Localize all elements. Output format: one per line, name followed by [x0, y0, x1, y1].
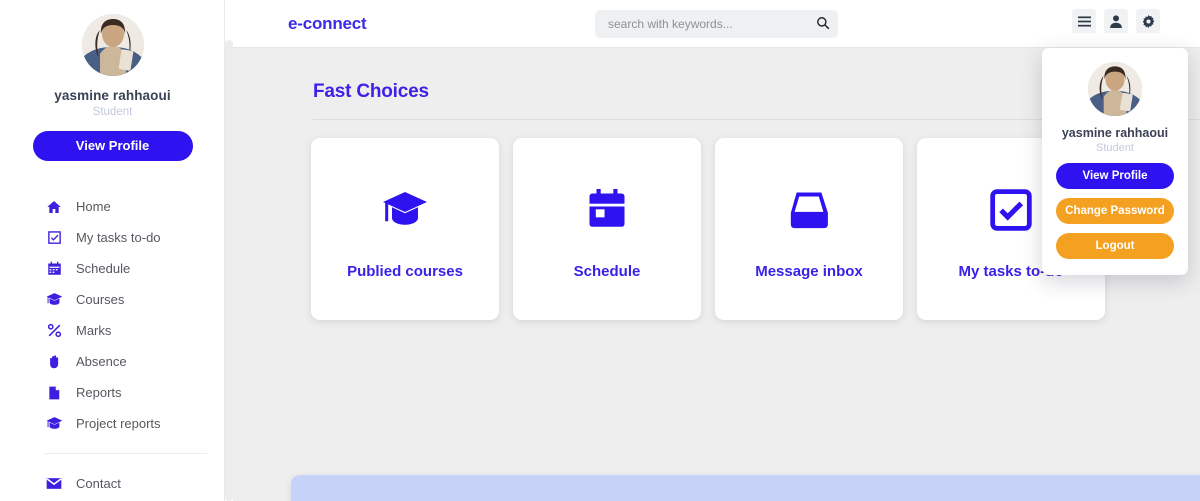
graduation-cap-icon — [381, 179, 429, 241]
sidebar-scrollbar-thumb[interactable] — [225, 40, 233, 501]
sidebar-item-reports[interactable]: Reports — [0, 377, 225, 408]
requirements-panel: Enter the requirements to check your cou… — [291, 475, 1200, 501]
profile-dropdown-menu: yasmine rahhaoui Student View Profile Ch… — [1042, 48, 1188, 275]
document-icon — [45, 384, 63, 402]
card-label: Publied courses — [347, 262, 463, 280]
view-profile-button[interactable]: View Profile — [32, 131, 193, 161]
hamburger-icon — [1077, 15, 1091, 27]
profile-menu-name: yasmine rahhaoui — [1061, 126, 1169, 140]
calendar-icon — [586, 179, 628, 241]
account-button[interactable] — [1104, 9, 1128, 33]
card-label: Message inbox — [755, 262, 863, 280]
check-square-icon — [989, 179, 1033, 241]
sidebar-item-label: Home — [76, 199, 111, 214]
sidebar-item-label: Reports — [76, 385, 122, 400]
sidebar-item-project-reports[interactable]: Project reports — [0, 408, 225, 439]
avatar — [81, 14, 144, 76]
gear-icon — [1142, 14, 1155, 28]
percent-icon — [45, 322, 63, 340]
sidebar-scrollbar[interactable] — [225, 0, 233, 501]
menu-button[interactable] — [1072, 9, 1096, 33]
search-button[interactable] — [808, 10, 838, 38]
user-photo-avatar-icon — [1088, 62, 1142, 116]
sidebar-item-my-tasks-to-do[interactable]: My tasks to-do — [0, 222, 225, 253]
checkbox-icon — [45, 229, 63, 247]
graduation-cap-icon — [45, 415, 63, 433]
brand-logo[interactable]: e-connect — [288, 14, 367, 34]
card-schedule[interactable]: Schedule — [513, 138, 701, 320]
sidebar-item-label: Project reports — [76, 416, 161, 431]
view-profile-button[interactable]: View Profile — [1056, 163, 1174, 189]
card-message-inbox[interactable]: Message inbox — [715, 138, 903, 320]
search-icon — [816, 16, 830, 33]
sidebar-item-label: My tasks to-do — [76, 230, 161, 245]
sidebar-item-absence[interactable]: Absence — [0, 346, 225, 377]
sidebar-item-label: Contact — [76, 476, 121, 491]
search-box — [595, 10, 838, 38]
sidebar-profile-role: Student — [92, 106, 133, 118]
sidebar-item-schedule[interactable]: Schedule — [0, 253, 225, 284]
sidebar-item-label: Absence — [76, 354, 127, 369]
user-photo-avatar-icon — [81, 14, 144, 76]
card-publied-courses[interactable]: Publied courses — [311, 138, 499, 320]
topbar-actions — [1072, 9, 1160, 33]
logout-button[interactable]: Logout — [1056, 233, 1174, 259]
inbox-icon — [787, 179, 831, 241]
main-area: e-connect search with keywords... Fast C… — [233, 0, 1200, 501]
topbar: e-connect — [233, 0, 1200, 48]
sidebar-item-contact[interactable]: Contact — [0, 468, 225, 499]
sidebar-item-courses[interactable]: Courses — [0, 284, 225, 315]
calendar-icon — [45, 260, 63, 278]
hand-icon — [45, 353, 63, 371]
graduation-cap-icon — [45, 291, 63, 309]
sidebar-item-label: Marks — [76, 323, 112, 338]
search-input[interactable] — [595, 17, 808, 31]
settings-button[interactable] — [1136, 9, 1160, 33]
sidebar-item-label: Courses — [76, 292, 125, 307]
app-root: yasmine rahhaoui Student View Profile Ho… — [0, 0, 1200, 501]
sidebar-item-marks[interactable]: Marks — [0, 315, 225, 346]
card-label: Schedule — [573, 262, 641, 280]
sidebar-content: yasmine rahhaoui Student View Profile Ho… — [0, 0, 225, 501]
change-password-button[interactable]: Change Password — [1056, 198, 1174, 224]
user-icon — [1110, 14, 1122, 28]
sidebar: yasmine rahhaoui Student View Profile Ho… — [0, 0, 233, 501]
profile-menu-role: Student — [1096, 142, 1134, 154]
sidebar-item-home[interactable]: Home — [0, 191, 225, 222]
sidebar-divider — [45, 453, 207, 454]
avatar — [1088, 62, 1142, 116]
sidebar-profile-name: yasmine rahhaoui — [54, 88, 171, 103]
envelope-icon — [45, 475, 63, 493]
sidebar-nav: Home My tasks to-do Schedule Courses Mar… — [0, 191, 225, 501]
sidebar-item-label: Schedule — [76, 261, 131, 276]
home-icon — [45, 198, 63, 216]
